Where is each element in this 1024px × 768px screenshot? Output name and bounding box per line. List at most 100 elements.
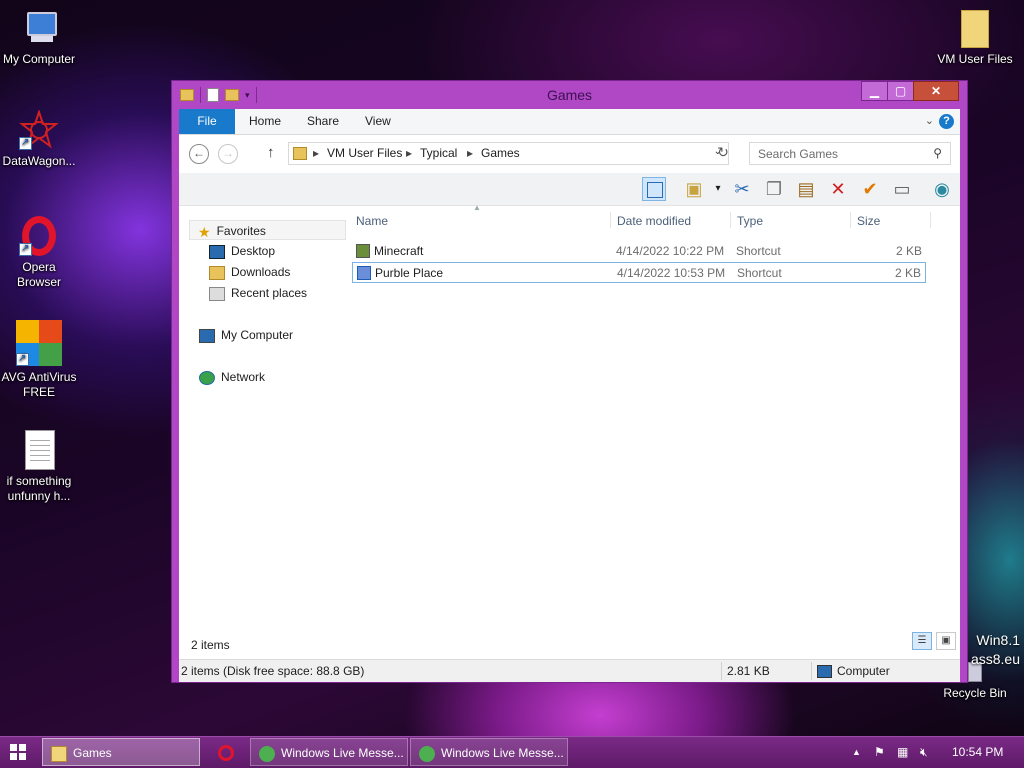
tab-view[interactable]: View bbox=[365, 109, 391, 134]
downloads-folder-icon bbox=[209, 265, 225, 280]
item-count: 2 items bbox=[191, 638, 230, 652]
column-header-size[interactable]: Size bbox=[857, 214, 880, 228]
tab-home[interactable]: Home bbox=[249, 109, 281, 134]
desktop-icon-avg[interactable]: AVG AntiVirus FREE bbox=[0, 320, 78, 400]
close-button[interactable]: ✕ bbox=[913, 81, 959, 101]
text-file-icon bbox=[19, 430, 59, 470]
options-dropdown-icon[interactable]: ▾ bbox=[706, 177, 730, 201]
star-icon: ★ bbox=[198, 223, 211, 240]
file-list: Name ▲ Date modified Type Size Minecraft… bbox=[347, 203, 960, 643]
nav-my-computer[interactable]: My Computer bbox=[199, 325, 293, 345]
forward-button[interactable]: → bbox=[218, 144, 238, 164]
desktop-icon-opera[interactable]: Opera Browser bbox=[0, 216, 78, 290]
tab-file[interactable]: File bbox=[179, 109, 235, 134]
column-header-date-modified[interactable]: Date modified bbox=[617, 214, 691, 228]
cut-icon[interactable]: ✂ bbox=[730, 177, 754, 201]
maximize-button[interactable]: ▢ bbox=[887, 81, 914, 101]
watermark-line: Win8.1 bbox=[976, 632, 1020, 648]
desktop-icon-datawagon[interactable]: DataWagon... bbox=[0, 108, 78, 169]
details-bar: 2 items (Disk free space: 88.8 GB) 2.81 … bbox=[179, 659, 960, 682]
desktop-icon-label: DataWagon... bbox=[2, 154, 76, 168]
column-divider[interactable] bbox=[930, 212, 931, 228]
divider bbox=[811, 662, 812, 680]
select-check-icon[interactable]: ✔ bbox=[858, 177, 882, 201]
column-header-name[interactable]: Name bbox=[356, 214, 388, 228]
taskbar-button-games[interactable]: Games bbox=[42, 738, 200, 766]
nav-downloads[interactable]: Downloads bbox=[209, 262, 290, 282]
messenger-icon bbox=[259, 745, 275, 762]
shortcut-arrow-icon bbox=[16, 351, 29, 366]
folder-options-icon[interactable]: ▣ bbox=[682, 177, 706, 201]
column-header-type[interactable]: Type bbox=[737, 214, 763, 228]
nav-network[interactable]: Network bbox=[199, 367, 265, 387]
properties-icon[interactable]: ▭ bbox=[890, 177, 914, 201]
window-title: Games bbox=[546, 87, 593, 103]
file-row-purble-place[interactable]: Purble Place 4/14/2022 10:53 PM Shortcut… bbox=[352, 262, 926, 283]
title-bar[interactable]: ▾ Games ▁ ▢ ✕ bbox=[172, 81, 967, 109]
search-icon: ⚲ bbox=[933, 146, 942, 160]
desktop-icon-vm-user-files[interactable]: VM User Files bbox=[936, 8, 1014, 67]
minimize-button[interactable]: ▁ bbox=[861, 81, 888, 101]
column-divider[interactable] bbox=[850, 212, 851, 228]
start-button[interactable] bbox=[10, 744, 26, 760]
column-divider[interactable] bbox=[610, 212, 611, 228]
taskbar-button-opera[interactable] bbox=[206, 738, 246, 766]
location-label: Computer bbox=[837, 664, 890, 678]
breadcrumb-separator-icon[interactable]: ▸ bbox=[406, 146, 412, 160]
large-icons-view-icon[interactable]: ▣ bbox=[936, 632, 956, 650]
window-body: File Home Share View ⌄ ? ← → ↑ ▸ VM User… bbox=[179, 109, 960, 682]
messenger-icon bbox=[419, 745, 435, 762]
nav-label: Network bbox=[221, 370, 266, 384]
taskbar-button-messenger-2[interactable]: Windows Live Messe... bbox=[410, 738, 568, 766]
divider bbox=[721, 662, 722, 680]
breadcrumb-typical[interactable]: Typical bbox=[420, 146, 457, 160]
breadcrumb-vm-user-files[interactable]: VM User Files bbox=[327, 146, 402, 160]
desktop-icon-text-file[interactable]: if something unfunny h... bbox=[0, 430, 78, 504]
back-button[interactable]: ← bbox=[189, 144, 209, 164]
preview-pane-icon[interactable] bbox=[642, 177, 666, 201]
breadcrumb-separator-icon[interactable]: ▸ bbox=[467, 146, 473, 160]
file-size: 2 KB bbox=[894, 266, 921, 280]
datawagon-icon bbox=[19, 108, 59, 150]
navigation-pane: ★ Favorites Desktop Downloads Recent plac… bbox=[179, 206, 346, 643]
shortcut-arrow-icon bbox=[19, 135, 32, 150]
taskbar-button-messenger-1[interactable]: Windows Live Messe... bbox=[250, 738, 408, 766]
copy-icon[interactable]: ❐ bbox=[762, 177, 786, 201]
nav-recent-places[interactable]: Recent places bbox=[209, 283, 307, 303]
status-bar: 2 items ☰ ▣ 2 items (Disk free space: 88… bbox=[179, 632, 960, 682]
details-view-icon[interactable]: ☰ bbox=[912, 632, 932, 650]
view-switcher: ☰ ▣ bbox=[912, 632, 956, 650]
up-button[interactable]: ↑ bbox=[267, 144, 275, 161]
network-status-icon[interactable]: ▦ bbox=[897, 745, 908, 759]
paste-icon[interactable]: ▤ bbox=[794, 177, 818, 201]
computer-location: Computer bbox=[817, 664, 890, 679]
sort-ascending-icon: ▲ bbox=[473, 203, 481, 212]
file-type: Shortcut bbox=[737, 266, 782, 280]
breadcrumb-separator-icon[interactable]: ▸ bbox=[313, 146, 319, 160]
help-icon[interactable]: ? bbox=[939, 114, 954, 129]
tab-share[interactable]: Share bbox=[307, 109, 339, 134]
network-icon bbox=[199, 370, 215, 385]
column-divider[interactable] bbox=[730, 212, 731, 228]
command-toolbar: ▣ ▾ ✂ ❐ ▤ ✕ ✔ ▭ ◉ bbox=[179, 173, 960, 206]
computer-icon bbox=[199, 328, 215, 343]
desktop-icon-my-computer[interactable]: My Computer bbox=[0, 8, 78, 67]
search-placeholder: Search Games bbox=[758, 147, 839, 161]
nav-favorites[interactable]: ★ Favorites bbox=[189, 220, 346, 240]
breadcrumb-games[interactable]: Games bbox=[481, 146, 520, 160]
delete-icon[interactable]: ✕ bbox=[826, 177, 850, 201]
action-center-icon[interactable]: ⚑ bbox=[874, 745, 885, 759]
file-row-minecraft[interactable]: Minecraft 4/14/2022 10:22 PM Shortcut 2 … bbox=[352, 241, 926, 262]
computer-icon bbox=[817, 665, 832, 679]
show-hidden-icons-icon[interactable]: ▲ bbox=[852, 747, 861, 757]
watermark-line: ass8.eu bbox=[970, 651, 1020, 667]
expand-ribbon-icon[interactable]: ⌄ bbox=[925, 114, 934, 127]
taskbar-label: Games bbox=[73, 746, 112, 760]
volume-muted-icon[interactable]: 🔇︎ bbox=[920, 745, 928, 760]
clock[interactable]: 10:54 PM bbox=[952, 745, 1003, 759]
nav-desktop[interactable]: Desktop bbox=[209, 241, 275, 261]
globe-icon[interactable]: ◉ bbox=[930, 177, 954, 201]
refresh-button[interactable]: ↻ bbox=[713, 141, 733, 164]
search-input[interactable]: Search Games ⚲ bbox=[749, 142, 951, 165]
address-bar[interactable]: ▸ VM User Files ▸ Typical ▸ Games ⌄ bbox=[288, 142, 729, 165]
